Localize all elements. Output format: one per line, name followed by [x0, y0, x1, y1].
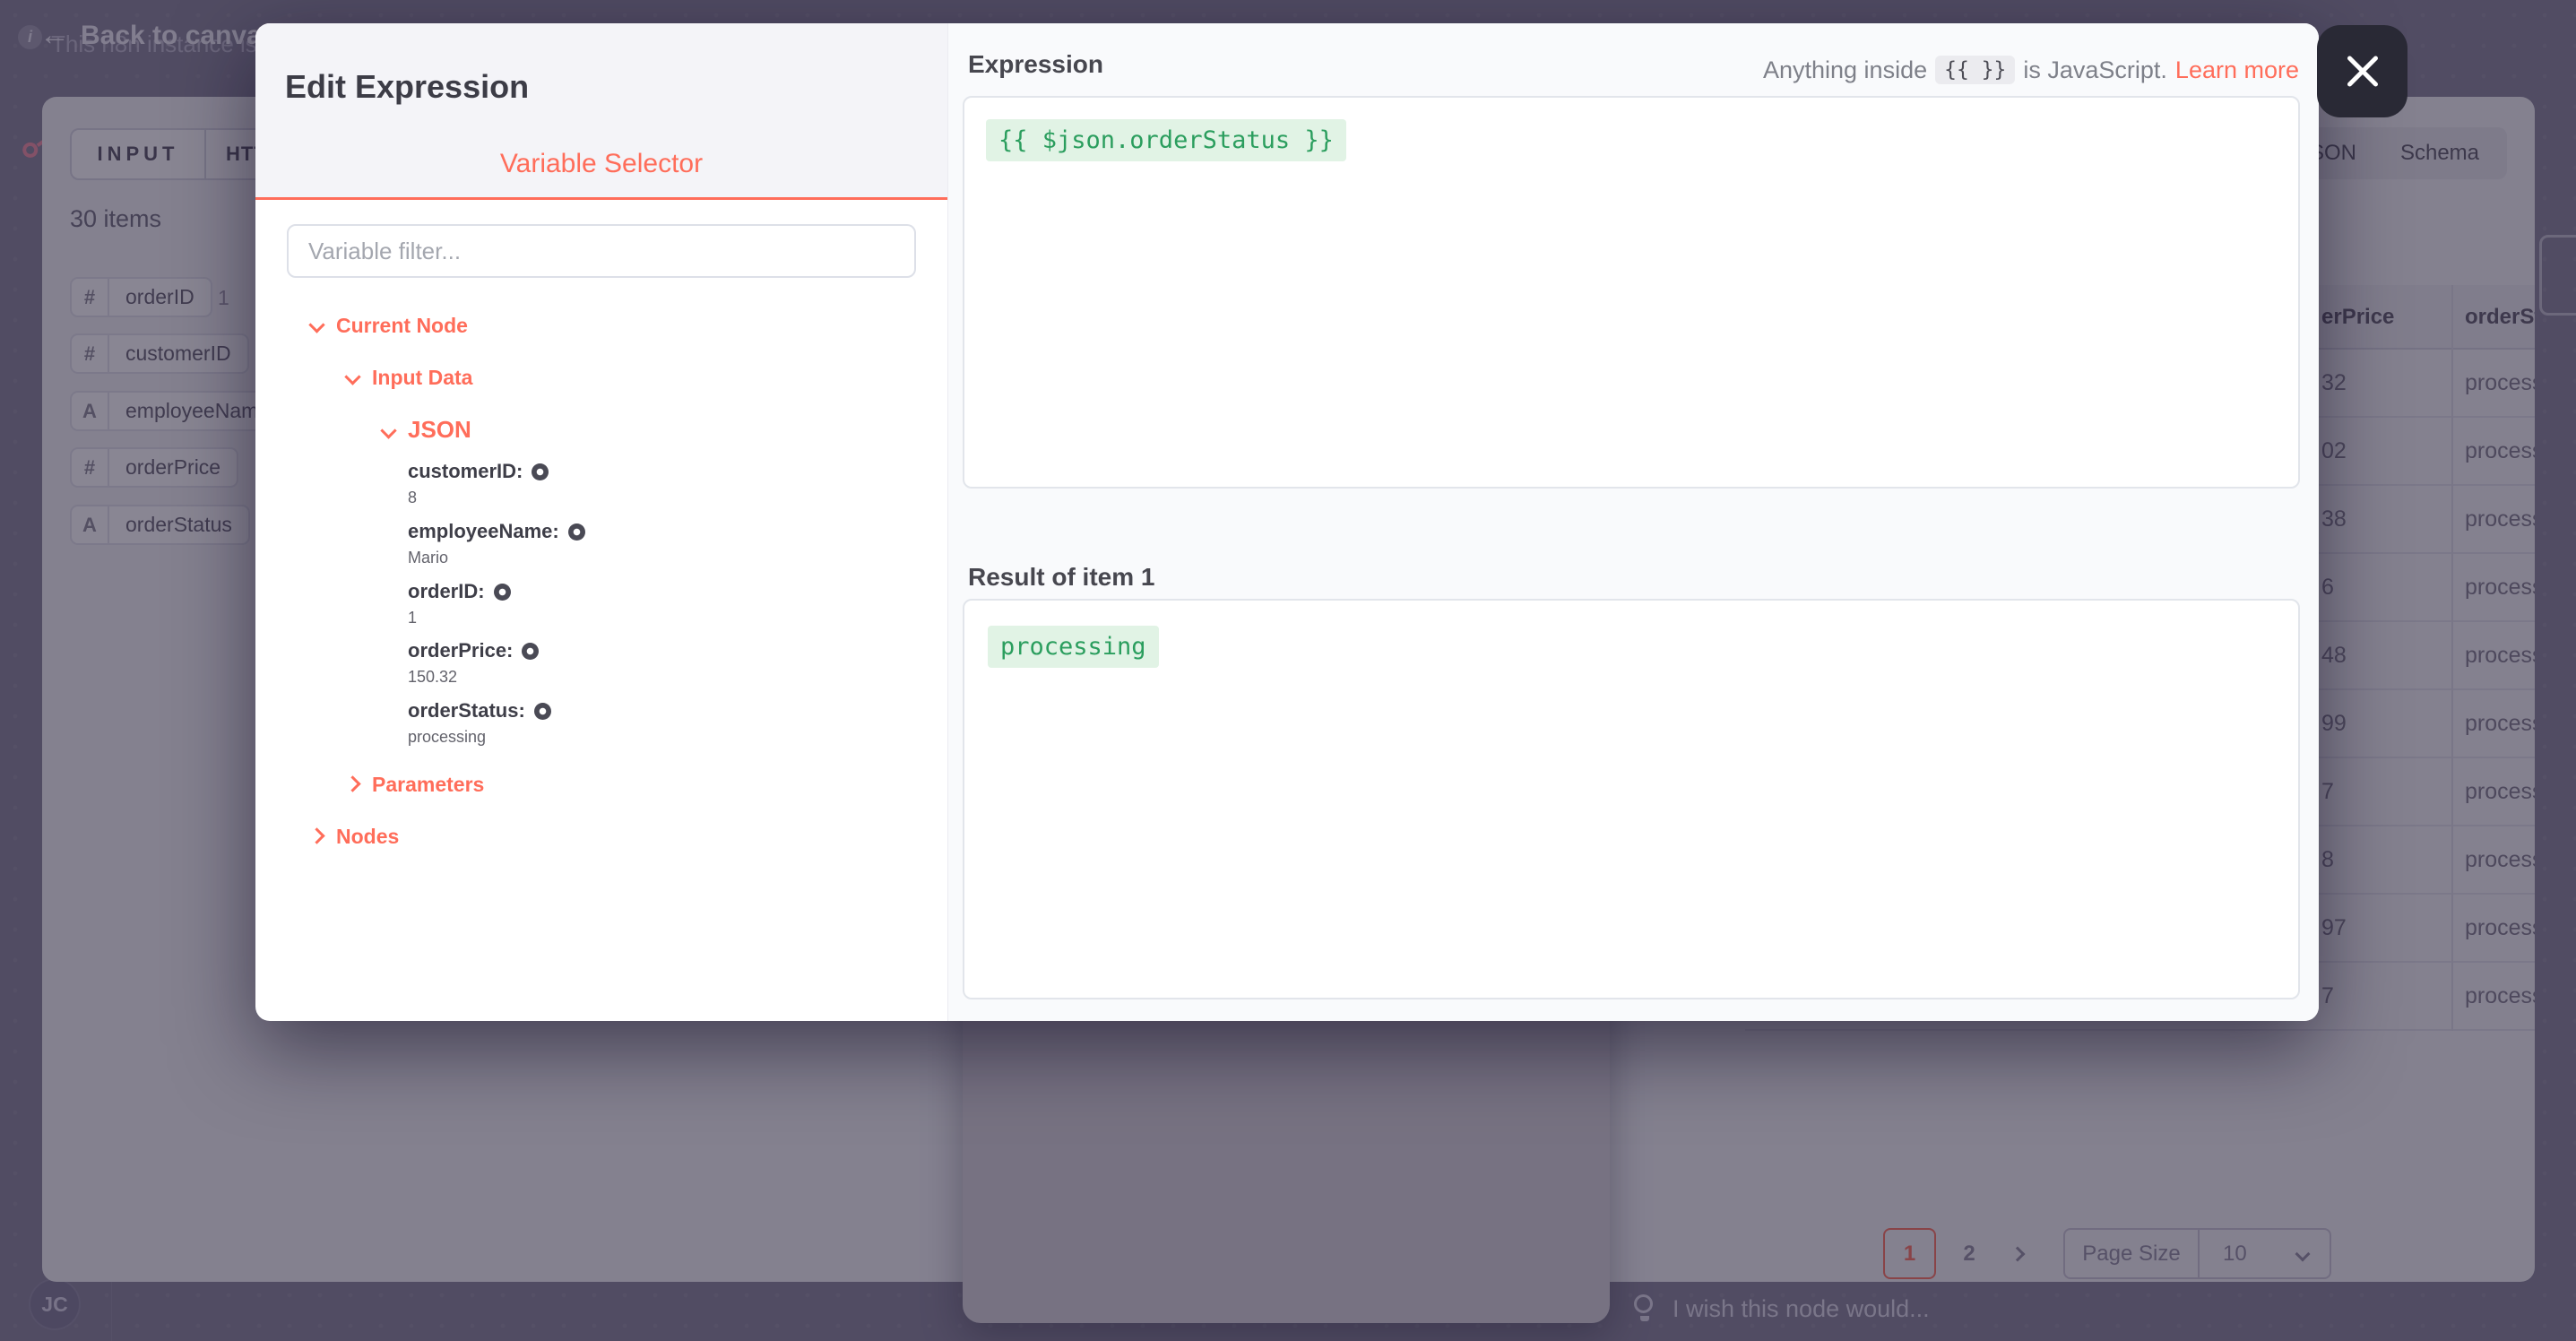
insert-variable-icon[interactable] [568, 523, 585, 541]
hint-text: Anything inside [1763, 56, 1927, 84]
variable-item-orderStatus[interactable]: orderStatus: [408, 699, 551, 722]
variable-key: employeeName: [408, 520, 559, 543]
tab-variable-selector[interactable]: Variable Selector [255, 149, 947, 179]
chevron-down-icon[interactable] [308, 316, 324, 333]
variable-value: 1 [408, 609, 417, 627]
tree-current-node[interactable]: Current Node [336, 314, 468, 338]
variable-key: orderID: [408, 580, 485, 603]
expression-editor[interactable]: {{ $json.orderStatus }} [963, 96, 2300, 489]
learn-more-link[interactable]: Learn more [2175, 56, 2299, 84]
insert-variable-icon[interactable] [494, 584, 511, 601]
active-tab-underline [255, 197, 947, 200]
tree-parameters[interactable]: Parameters [372, 773, 484, 797]
chevron-right-icon[interactable] [344, 775, 360, 792]
variable-item-orderPrice[interactable]: orderPrice: [408, 639, 539, 662]
variable-item-orderID[interactable]: orderID: [408, 580, 511, 603]
close-button[interactable] [2317, 25, 2407, 117]
tree-nodes[interactable]: Nodes [336, 825, 399, 849]
edit-expression-modal: Edit Expression Variable Selector Curren… [255, 23, 2319, 1021]
expression-label: Expression [968, 50, 1103, 79]
tree-json[interactable]: JSON [408, 416, 471, 444]
insert-variable-icon[interactable] [532, 463, 549, 480]
variable-item-customerID[interactable]: customerID: [408, 460, 549, 483]
insert-variable-icon[interactable] [534, 703, 551, 720]
expression-code: {{ $json.orderStatus }} [986, 119, 1346, 161]
variable-key: customerID: [408, 460, 523, 483]
result-label: Result of item 1 [968, 563, 1154, 592]
variable-value: 8 [408, 489, 417, 507]
expression-result-box: processing [963, 599, 2300, 999]
modal-title: Edit Expression [285, 68, 529, 106]
expression-hint: Anything inside {{ }} is JavaScript. Lea… [1763, 56, 2299, 84]
chevron-down-icon[interactable] [344, 368, 360, 385]
variable-item-employeeName[interactable]: employeeName: [408, 520, 585, 543]
chevron-down-icon[interactable] [380, 422, 396, 438]
variable-filter-input[interactable] [287, 224, 916, 278]
variable-key: orderPrice: [408, 639, 513, 662]
variable-value: 150.32 [408, 668, 457, 687]
variable-value: processing [408, 728, 486, 747]
chevron-right-icon[interactable] [308, 827, 324, 844]
app-window: i This n8n instance is ← Back to canvas … [0, 0, 2576, 1341]
variable-value: Mario [408, 549, 448, 567]
insert-variable-icon[interactable] [522, 643, 539, 660]
result-value: processing [988, 626, 1159, 668]
hint-code-braces: {{ }} [1935, 56, 2015, 84]
hint-text: is JavaScript. [2023, 56, 2167, 84]
tree-input-data[interactable]: Input Data [372, 366, 472, 390]
variable-key: orderStatus: [408, 699, 525, 722]
